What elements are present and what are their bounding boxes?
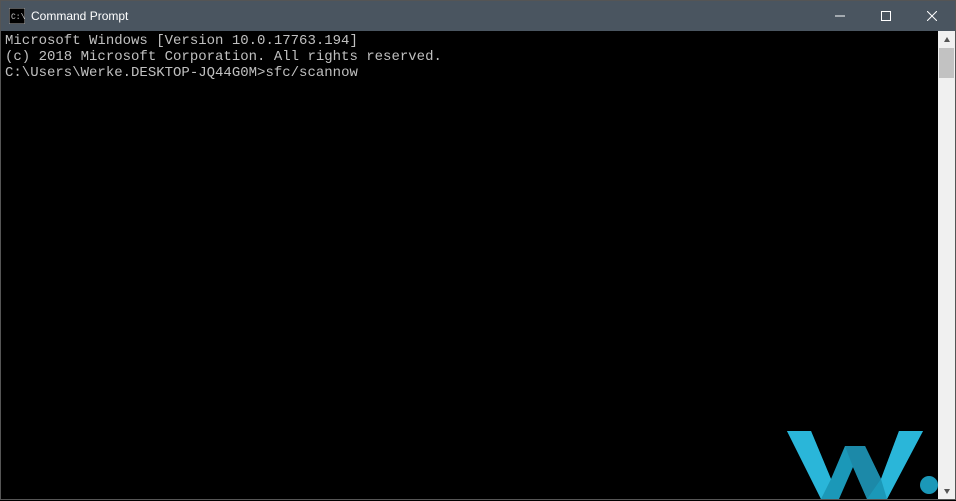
terminal-command: sfc/scannow — [265, 65, 357, 81]
command-prompt-window: C:\ Command Prompt Microsoft Windows [Ve… — [0, 0, 956, 500]
svg-text:C:\: C:\ — [11, 13, 25, 22]
window-title: Command Prompt — [31, 9, 128, 23]
window-controls — [817, 1, 955, 31]
scroll-thumb[interactable] — [939, 48, 954, 78]
close-button[interactable] — [909, 1, 955, 31]
titlebar[interactable]: C:\ Command Prompt — [1, 1, 955, 31]
scroll-up-button[interactable] — [938, 31, 955, 48]
terminal-line: (c) 2018 Microsoft Corporation. All righ… — [5, 49, 934, 65]
terminal-output[interactable]: Microsoft Windows [Version 10.0.17763.19… — [1, 31, 938, 499]
terminal-line: Microsoft Windows [Version 10.0.17763.19… — [5, 33, 934, 49]
vertical-scrollbar[interactable] — [938, 31, 955, 499]
minimize-button[interactable] — [817, 1, 863, 31]
scroll-down-button[interactable] — [938, 482, 955, 499]
maximize-button[interactable] — [863, 1, 909, 31]
cmd-icon: C:\ — [9, 8, 25, 24]
terminal-prompt-line: C:\Users\Werke.DESKTOP-JQ44G0M>sfc/scann… — [5, 65, 934, 81]
content-area: Microsoft Windows [Version 10.0.17763.19… — [1, 31, 955, 499]
terminal-prompt: C:\Users\Werke.DESKTOP-JQ44G0M> — [5, 65, 265, 81]
scroll-track[interactable] — [938, 48, 955, 482]
